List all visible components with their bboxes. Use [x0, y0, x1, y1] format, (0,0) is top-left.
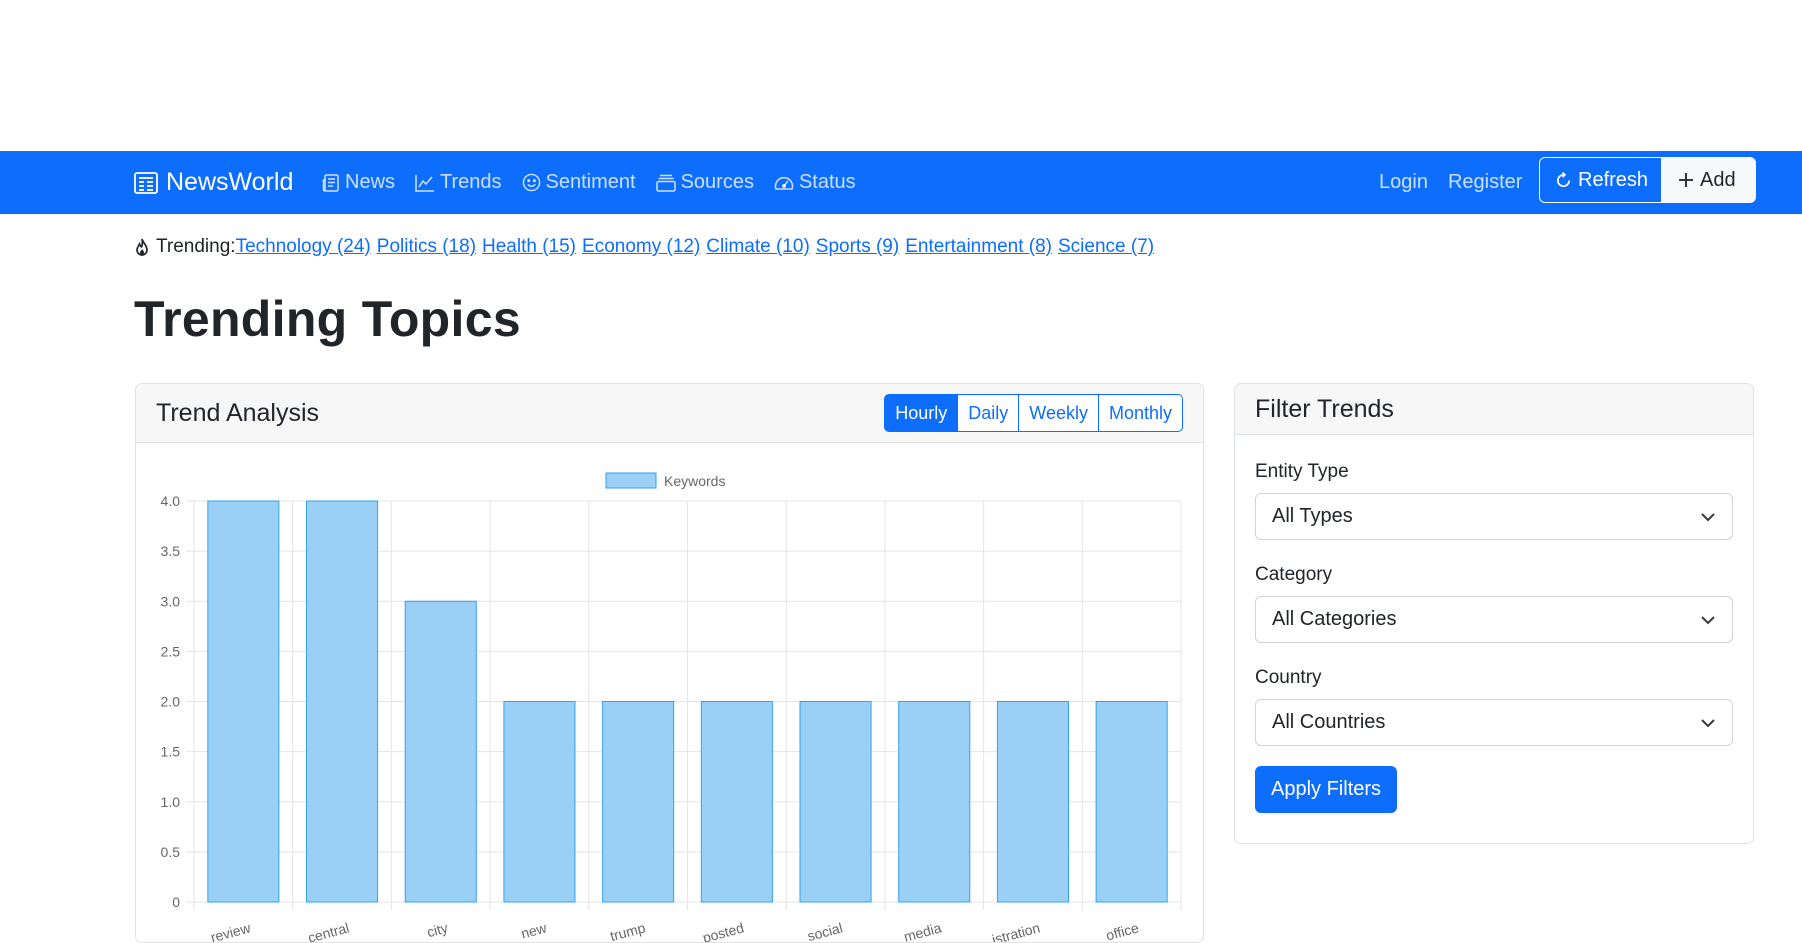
x-tick-label: central	[306, 919, 351, 943]
main-nav: News Trends Sentiment Sources Status	[322, 151, 876, 214]
y-tick-label: 0.5	[161, 844, 181, 860]
x-tick-label: trump	[608, 919, 647, 943]
chart-bar	[503, 701, 576, 903]
plus-icon	[1678, 172, 1694, 188]
x-tick-label: city	[425, 919, 449, 940]
chart-bar	[306, 500, 379, 903]
nav-trends[interactable]: Trends	[415, 171, 502, 194]
y-tick-label: 2.5	[161, 643, 181, 659]
y-tick-label: 3.0	[161, 593, 181, 609]
newspaper-icon	[134, 171, 158, 194]
period-hourly-button[interactable]: Hourly	[884, 394, 959, 432]
newspaper-icon	[322, 173, 340, 192]
entity-type-label: Entity Type	[1255, 461, 1349, 482]
register-link[interactable]: Register	[1448, 171, 1522, 194]
chart-bar	[700, 701, 773, 903]
period-daily-button[interactable]: Daily	[957, 394, 1020, 432]
filter-trends-card: Filter Trends Entity Type All Types Cate…	[1234, 383, 1754, 844]
trending-topic[interactable]: Sports (9)	[816, 236, 899, 258]
y-tick-label: 2.0	[161, 694, 181, 710]
period-weekly-button[interactable]: Weekly	[1018, 394, 1099, 432]
legend-swatch	[605, 472, 657, 489]
x-tick-label: media	[902, 919, 943, 943]
chart-bar	[404, 600, 477, 903]
entity-type-value: All Types	[1272, 505, 1353, 527]
trending-topic[interactable]: Climate (10)	[706, 236, 809, 258]
country-label: Country	[1255, 667, 1322, 688]
y-tick-label: 4.0	[161, 493, 181, 509]
chevron-down-icon	[1700, 512, 1716, 522]
category-value: All Categories	[1272, 608, 1397, 630]
entity-type-select[interactable]: All Types	[1255, 493, 1733, 540]
trending-topic[interactable]: Health (15)	[482, 236, 576, 258]
category-select[interactable]: All Categories	[1255, 596, 1733, 643]
brand-name: NewsWorld	[166, 168, 294, 196]
x-tick-label: new	[519, 919, 549, 941]
trending-bar: Trending: Technology (24) Politics (18) …	[134, 236, 1154, 258]
y-tick-label: 0	[172, 894, 180, 910]
country-select[interactable]: All Countries	[1255, 699, 1733, 746]
x-tick-label: …istration	[977, 919, 1042, 943]
trending-topic[interactable]: Science (7)	[1058, 236, 1154, 258]
fire-icon	[134, 238, 150, 257]
nav-sentiment-label: Sentiment	[545, 171, 636, 193]
login-link[interactable]: Login	[1379, 171, 1428, 194]
trending-topic[interactable]: Technology (24)	[236, 236, 371, 258]
chart-bar	[207, 500, 280, 903]
trend-analysis-card: Trend Analysis Hourly Daily Weekly Month…	[135, 383, 1204, 943]
chart-bar	[602, 701, 675, 903]
country-value: All Countries	[1272, 711, 1386, 733]
chart-bar	[996, 701, 1069, 903]
chevron-down-icon	[1700, 718, 1716, 728]
trend-card-title: Trend Analysis	[156, 398, 320, 427]
chart-bar	[898, 701, 971, 903]
add-button[interactable]: Add	[1662, 157, 1756, 203]
y-tick-label: 1.0	[161, 794, 181, 810]
x-tick-label: posted	[701, 919, 746, 943]
speedometer-icon	[774, 174, 794, 192]
graph-up-icon	[415, 174, 435, 192]
x-tick-label: review	[209, 919, 253, 943]
trend-card-header: Trend Analysis Hourly Daily Weekly Month…	[136, 384, 1203, 443]
nav-news[interactable]: News	[322, 171, 395, 194]
category-label: Category	[1255, 564, 1333, 585]
chart-bar	[799, 701, 872, 903]
x-tick-label: social	[806, 919, 845, 943]
trending-topic[interactable]: Economy (12)	[582, 236, 700, 258]
navbar: NewsWorld News Trends Sentiment Sources …	[0, 151, 1802, 214]
collection-icon	[655, 174, 676, 192]
filter-card-header: Filter Trends	[1235, 384, 1753, 435]
add-label: Add	[1700, 168, 1736, 191]
trending-topic[interactable]: Politics (18)	[377, 236, 476, 258]
period-toggle: Hourly Daily Weekly Monthly	[884, 394, 1183, 432]
brand[interactable]: NewsWorld	[134, 151, 293, 214]
filter-card-title: Filter Trends	[1255, 394, 1394, 423]
refresh-label: Refresh	[1578, 168, 1649, 191]
auth-links: Login Register	[1379, 151, 1522, 214]
emoji-smile-icon	[522, 173, 541, 192]
nav-news-label: News	[345, 171, 396, 193]
y-tick-label: 3.5	[161, 543, 181, 559]
chevron-down-icon	[1700, 615, 1716, 625]
chart-bar	[1095, 701, 1168, 903]
action-buttons: Refresh Add	[1539, 157, 1756, 203]
nav-status-label: Status	[798, 171, 856, 193]
filter-form: Entity Type All Types Category All Categ…	[1235, 461, 1753, 813]
x-tick-label: office	[1104, 919, 1140, 943]
period-monthly-button[interactable]: Monthly	[1097, 394, 1183, 432]
legend-label: Keywords	[664, 473, 725, 489]
page-title: Trending Topics	[134, 291, 521, 347]
apply-filters-button[interactable]: Apply Filters	[1255, 766, 1398, 813]
y-tick-label: 1.5	[161, 744, 181, 760]
trending-label: Trending:	[156, 236, 236, 257]
trending-topic[interactable]: Entertainment (8)	[905, 236, 1052, 258]
refresh-icon	[1555, 171, 1572, 189]
nav-sentiment[interactable]: Sentiment	[522, 171, 636, 194]
keywords-bar-chart: 0 0.5 1.0 1.5 2.0 2.5 3.0 3.5 4.0 review central ci…	[161, 472, 1182, 943]
nav-sources[interactable]: Sources	[655, 171, 754, 194]
refresh-button[interactable]: Refresh	[1539, 157, 1662, 203]
nav-sources-label: Sources	[680, 171, 754, 193]
nav-status[interactable]: Status	[774, 171, 856, 194]
nav-trends-label: Trends	[440, 171, 502, 193]
